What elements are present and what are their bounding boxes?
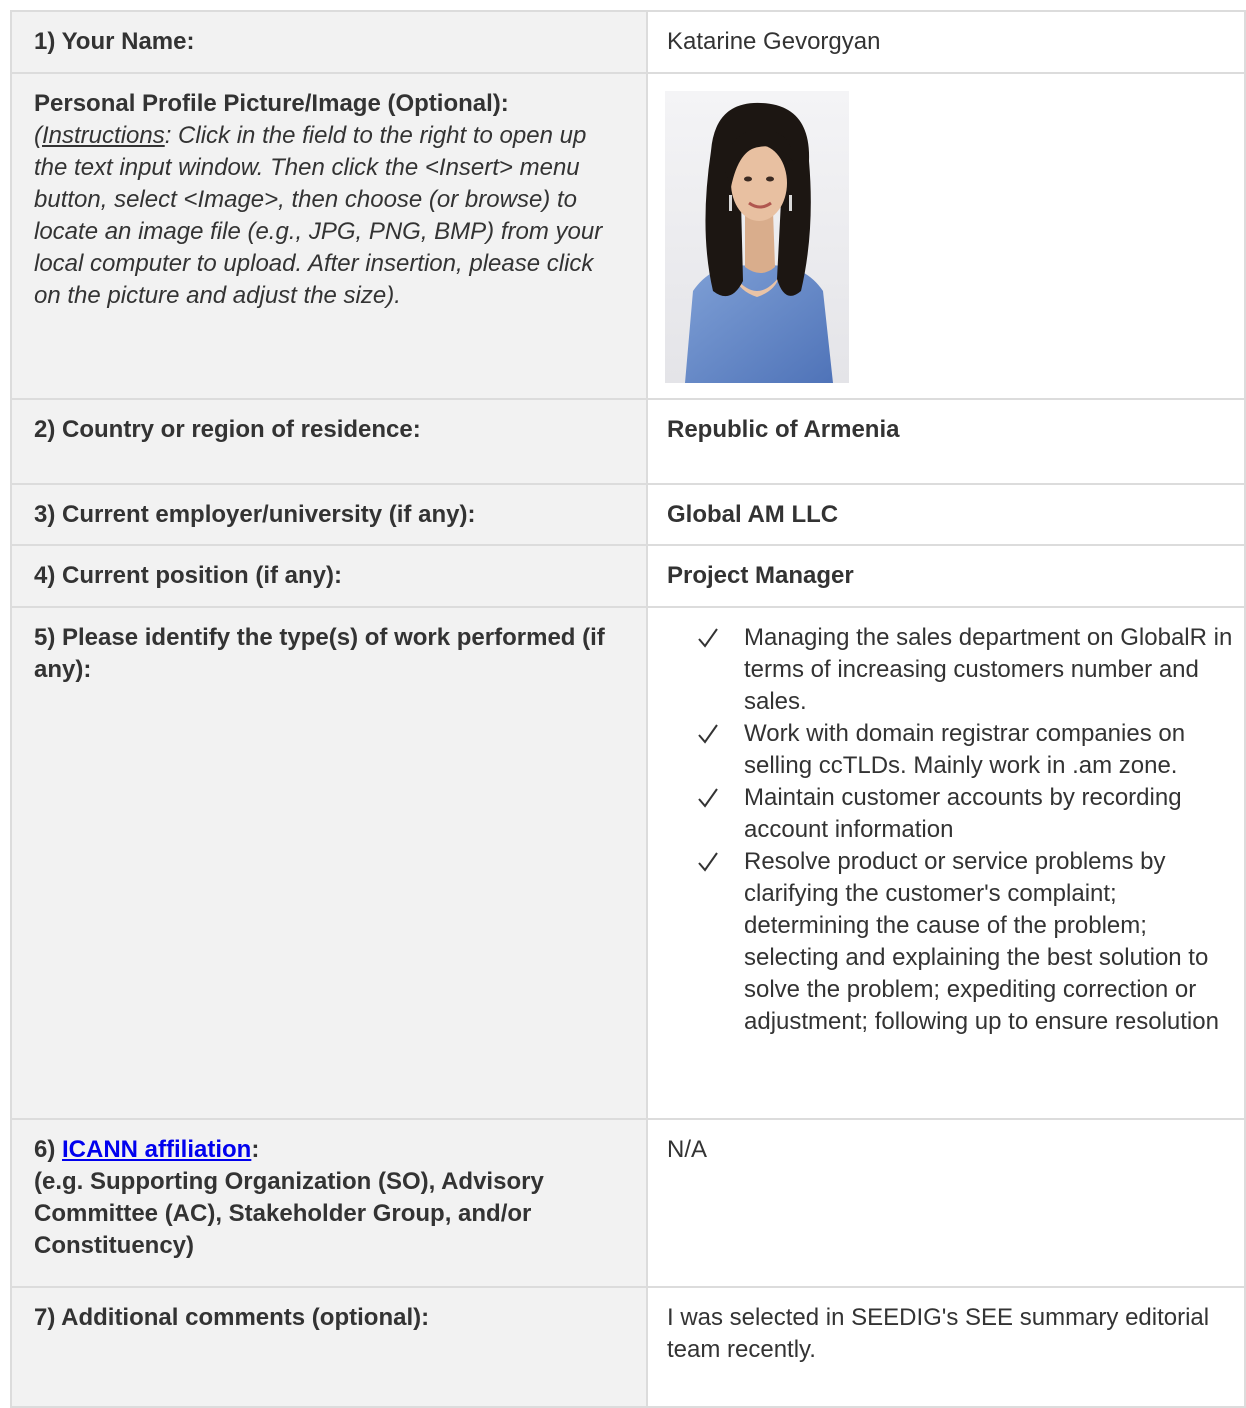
checkmark-icon (698, 788, 718, 808)
icann-affiliation-link[interactable]: ICANN affiliation (62, 1136, 251, 1163)
position-value-cell[interactable]: Project Manager (646, 544, 1246, 608)
name-value: Katarine Gevorgyan (667, 28, 881, 55)
affiliation-value: N/A (667, 1136, 708, 1163)
row-name: 1) Your Name: Katarine Gevorgyan (10, 10, 1246, 74)
photo-instructions: (Instructions: Click in the field to the… (34, 122, 603, 309)
name-label: 1) Your Name: (34, 28, 195, 55)
photo-label-cell: Personal Profile Picture/Image (Optional… (10, 72, 648, 400)
comments-label: 7) Additional comments (optional): (34, 1304, 430, 1331)
country-label: 2) Country or region of residence: (34, 416, 421, 443)
affiliation-detail: (e.g. Supporting Organization (SO), Advi… (34, 1168, 544, 1259)
checkmark-icon (698, 724, 718, 744)
country-value-cell[interactable]: Republic of Armenia (646, 398, 1246, 485)
work-label-cell: 5) Please identify the type(s) of work p… (10, 606, 648, 1120)
work-value-cell[interactable]: Managing the sales department on GlobalR… (646, 606, 1246, 1120)
list-item: Resolve product or service problems by c… (648, 846, 1234, 1038)
nominee-profile-table: 1) Your Name: Katarine Gevorgyan Persona… (10, 10, 1246, 1408)
position-value: Project Manager (667, 562, 854, 589)
row-comments: 7) Additional comments (optional): I was… (10, 1286, 1246, 1408)
row-work: 5) Please identify the type(s) of work p… (10, 606, 1246, 1120)
affiliation-value-cell[interactable]: N/A (646, 1118, 1246, 1288)
affiliation-label-cell: 6) ICANN affiliation: (e.g. Supporting O… (10, 1118, 648, 1288)
row-photo: Personal Profile Picture/Image (Optional… (10, 72, 1246, 400)
position-label: 4) Current position (if any): (34, 562, 342, 589)
list-item: Managing the sales department on GlobalR… (648, 622, 1234, 718)
employer-value: Global AM LLC (667, 501, 839, 528)
name-value-cell[interactable]: Katarine Gevorgyan (646, 10, 1246, 74)
row-employer: 3) Current employer/university (if any):… (10, 483, 1246, 546)
affiliation-label: 6) ICANN affiliation: (e.g. Supporting O… (34, 1136, 544, 1259)
comments-label-cell: 7) Additional comments (optional): (10, 1286, 648, 1408)
position-label-cell: 4) Current position (if any): (10, 544, 648, 608)
photo-label: Personal Profile Picture/Image (Optional… (34, 90, 509, 117)
row-country: 2) Country or region of residence: Repub… (10, 398, 1246, 485)
list-item: Work with domain registrar companies on … (648, 718, 1234, 782)
employer-label: 3) Current employer/university (if any): (34, 501, 476, 528)
photo-cell[interactable] (646, 72, 1246, 400)
work-list: Managing the sales department on GlobalR… (648, 622, 1234, 1038)
comments-value: I was selected in SEEDIG's SEE summary e… (667, 1304, 1210, 1363)
checkmark-icon (698, 628, 718, 648)
country-label-cell: 2) Country or region of residence: (10, 398, 648, 485)
employer-value-cell[interactable]: Global AM LLC (646, 483, 1246, 546)
comments-value-cell[interactable]: I was selected in SEEDIG's SEE summary e… (646, 1286, 1246, 1408)
list-item: Maintain customer accounts by recording … (648, 782, 1234, 846)
work-label: 5) Please identify the type(s) of work p… (34, 624, 605, 683)
row-position: 4) Current position (if any): Project Ma… (10, 544, 1246, 608)
employer-label-cell: 3) Current employer/university (if any): (10, 483, 648, 546)
instructions-link: Instructions (42, 122, 165, 149)
checkmark-icon (698, 852, 718, 872)
country-value: Republic of Armenia (667, 416, 900, 443)
profile-photo (665, 91, 849, 383)
row-affiliation: 6) ICANN affiliation: (e.g. Supporting O… (10, 1118, 1246, 1288)
name-label-cell: 1) Your Name: (10, 10, 648, 74)
